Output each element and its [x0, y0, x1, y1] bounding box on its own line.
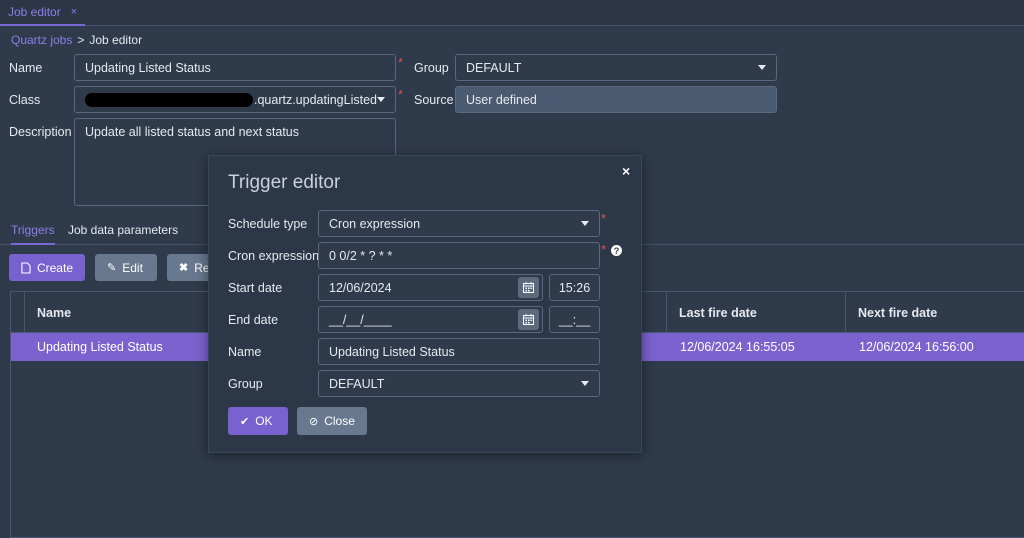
cell-next-fire: 12/06/2024 16:56:00 — [859, 340, 974, 354]
editor-tabbar: Job editor × — [0, 0, 1024, 26]
trigger-group-value: DEFAULT — [329, 376, 385, 391]
times-icon: ✖ — [179, 262, 189, 274]
description-value: Update all listed status and next status — [85, 125, 300, 139]
name-input-value: Updating Listed Status — [85, 60, 211, 75]
trigger-group-label: Group — [228, 377, 263, 391]
dialog-title: Trigger editor — [228, 172, 341, 193]
name-input[interactable]: Updating Listed Status — [74, 54, 396, 81]
cell-name: Updating Listed Status — [37, 340, 163, 354]
cron-expression-input[interactable]: 0 0/2 * ? * * — [318, 242, 600, 269]
breadcrumb-separator: > — [77, 33, 85, 47]
name-label: Name — [9, 61, 43, 75]
trigger-editor-dialog: Trigger editor × Schedule type Cron expr… — [208, 155, 642, 453]
tab-triggers[interactable]: Triggers — [11, 223, 55, 245]
schedule-type-label: Schedule type — [228, 217, 308, 231]
tab-job-data-parameters[interactable]: Job data parameters — [68, 223, 178, 237]
breadcrumb: Quartz jobs > Job editor — [11, 33, 142, 47]
grid-header-select — [11, 292, 24, 333]
create-button-label: Create — [36, 260, 73, 275]
required-asterisk: * — [601, 242, 607, 257]
check-icon: ✔ — [240, 415, 250, 428]
chevron-down-icon — [758, 65, 766, 70]
class-select[interactable]: .quartz.updatingListed — [74, 86, 396, 113]
cron-expression-value: 0 0/2 * ? * * — [329, 248, 393, 263]
schedule-type-value: Cron expression — [329, 216, 421, 231]
start-date-value: 12/06/2024 — [329, 280, 392, 295]
schedule-type-select[interactable]: Cron expression — [318, 210, 600, 237]
chevron-down-icon — [377, 97, 385, 102]
ban-icon: ⊘ — [309, 415, 319, 428]
end-time-input[interactable]: __:__ — [549, 306, 600, 333]
create-button[interactable]: Create — [9, 254, 85, 281]
chevron-down-icon — [581, 221, 589, 226]
cell-last-fire: 12/06/2024 16:55:05 — [680, 340, 795, 354]
help-icon[interactable]: ? — [611, 245, 622, 256]
trigger-group-select[interactable]: DEFAULT — [318, 370, 600, 397]
cron-expression-label: Cron expression — [228, 249, 320, 263]
breadcrumb-quartz-jobs[interactable]: Quartz jobs — [11, 33, 72, 47]
remove-button[interactable]: ✖ Re — [167, 254, 211, 281]
start-time-value: 15:26 — [558, 280, 591, 295]
group-label: Group — [414, 61, 449, 75]
help-mark: ? — [613, 245, 620, 256]
trigger-name-value: Updating Listed Status — [329, 344, 455, 359]
end-date-value: __/__/____ — [329, 312, 392, 327]
end-time-value: __:__ — [558, 312, 591, 327]
group-select[interactable]: DEFAULT — [455, 54, 777, 81]
required-asterisk: * — [398, 87, 404, 102]
redaction-mark — [85, 92, 253, 107]
trigger-name-input[interactable]: Updating Listed Status — [318, 338, 600, 365]
close-icon[interactable]: × — [71, 6, 77, 18]
close-icon[interactable]: × — [622, 163, 630, 179]
chevron-down-icon — [581, 381, 589, 386]
tab-job-editor[interactable]: Job editor × — [0, 0, 86, 26]
source-field: User defined — [455, 86, 777, 113]
source-value: User defined — [466, 92, 537, 107]
header-name-label: Name — [37, 305, 72, 320]
edit-button-label: Edit — [122, 260, 143, 275]
close-button-label: Close — [324, 414, 355, 428]
calendar-icon[interactable] — [518, 277, 539, 298]
grid-header-next-fire[interactable]: Next fire date — [845, 292, 1024, 333]
grid-header-last-fire[interactable]: Last fire date — [666, 292, 846, 333]
breadcrumb-current: Job editor — [89, 33, 143, 47]
description-label: Description — [9, 125, 72, 139]
close-button[interactable]: ⊘ Close — [297, 407, 367, 435]
start-date-input[interactable]: 12/06/2024 — [318, 274, 543, 301]
tab-label: Job editor — [8, 5, 61, 19]
header-last-fire-label: Last fire date — [679, 305, 757, 320]
required-asterisk: * — [601, 211, 607, 226]
pencil-icon: ✎ — [107, 262, 117, 274]
start-time-input[interactable]: 15:26 — [549, 274, 600, 301]
group-select-value: DEFAULT — [466, 60, 522, 75]
file-icon — [21, 261, 31, 274]
class-select-value: .quartz.updatingListed — [253, 92, 377, 107]
start-date-label: Start date — [228, 281, 283, 295]
calendar-icon[interactable] — [518, 309, 539, 330]
class-label: Class — [9, 93, 41, 107]
required-asterisk: * — [398, 55, 404, 70]
end-date-label: End date — [228, 313, 279, 327]
source-label: Source — [414, 93, 454, 107]
end-date-input[interactable]: __/__/____ — [318, 306, 543, 333]
trigger-name-label: Name — [228, 345, 262, 359]
ok-button[interactable]: ✔ OK — [228, 407, 288, 435]
ok-button-label: OK — [255, 414, 273, 428]
header-next-fire-label: Next fire date — [858, 305, 938, 320]
edit-button[interactable]: ✎ Edit — [95, 254, 157, 281]
